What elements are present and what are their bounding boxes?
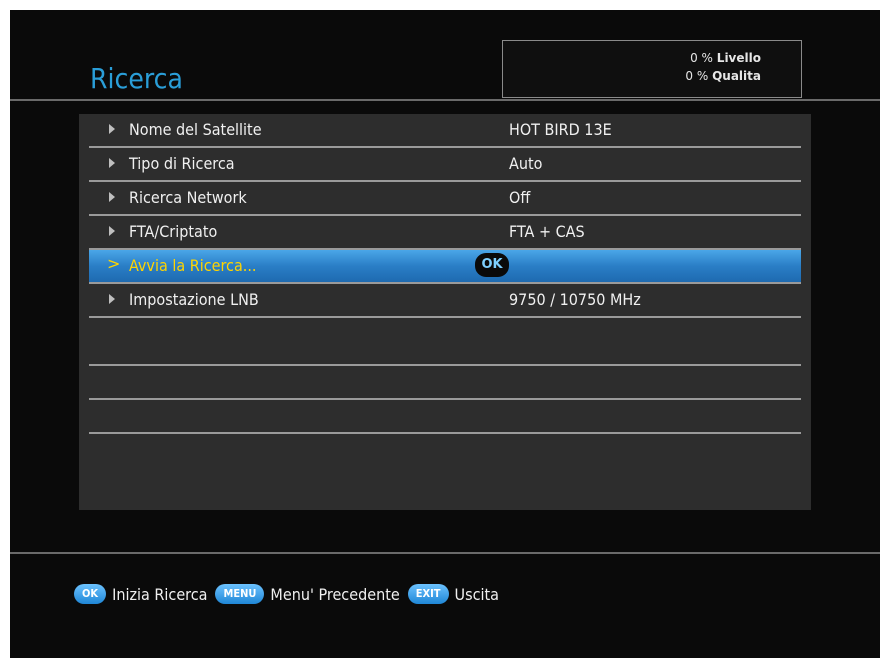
arrow-right-icon — [109, 192, 115, 202]
menu-item-value: Auto — [509, 154, 543, 173]
signal-quality: 0 % Qualita — [503, 69, 761, 83]
ok-hint-label: Inizia Ricerca — [112, 584, 208, 604]
footer-divider — [10, 552, 880, 554]
signal-level-value: 0 % — [690, 51, 713, 65]
menu-item-label: Impostazione LNB — [129, 290, 259, 309]
menu-item-label: Ricerca Network — [129, 188, 247, 207]
header-divider — [10, 99, 880, 101]
empty-row-divider — [89, 398, 801, 400]
chevron-right-icon: > — [107, 254, 121, 273]
signal-status-box: 0 % Livello 0 % Qualita — [502, 40, 802, 98]
arrow-right-icon — [109, 158, 115, 168]
menu-item-value: FTA + CAS — [509, 222, 585, 241]
menu-item-network-search[interactable]: Ricerca Network Off — [89, 182, 801, 216]
menu-item-satellite-name[interactable]: Nome del Satellite HOT BIRD 13E — [89, 114, 801, 148]
footer-hints: OK Inizia Ricerca MENU Menu' Precedente … — [74, 580, 507, 608]
menu-item-search-type[interactable]: Tipo di Ricerca Auto — [89, 148, 801, 182]
menu-item-value: Off — [509, 188, 531, 207]
exit-key-badge: EXIT — [407, 584, 449, 604]
menu-item-value: 9750 / 10750 MHz — [509, 290, 641, 309]
exit-hint-label: Uscita — [454, 584, 499, 604]
menu-item-label: Nome del Satellite — [129, 120, 262, 139]
menu-item-label: FTA/Criptato — [129, 222, 218, 241]
menu-item-fta-encrypted[interactable]: FTA/Criptato FTA + CAS — [89, 216, 801, 250]
signal-quality-label: Qualita — [712, 69, 761, 83]
tv-screen: Ricerca 0 % Livello 0 % Qualita Nome del… — [10, 10, 880, 658]
menu-item-label: Avvia la Ricerca... — [129, 256, 257, 275]
signal-quality-value: 0 % — [685, 69, 709, 83]
arrow-right-icon — [109, 226, 115, 236]
menu-item-value: HOT BIRD 13E — [509, 120, 612, 139]
menu-panel: Nome del Satellite HOT BIRD 13E Tipo di … — [79, 114, 811, 510]
arrow-right-icon — [109, 124, 115, 134]
empty-row-divider — [89, 364, 801, 366]
menu-item-start-search[interactable]: > Avvia la Ricerca... OK — [89, 250, 801, 284]
menu-hint-label: Menu' Precedente — [270, 584, 400, 604]
ok-key-badge: OK — [74, 584, 107, 604]
signal-level: 0 % Livello — [503, 51, 761, 65]
empty-row-divider — [89, 432, 801, 434]
menu-key-badge: MENU — [215, 584, 265, 604]
menu-item-lnb-settings[interactable]: Impostazione LNB 9750 / 10750 MHz — [89, 284, 801, 318]
page-title: Ricerca — [90, 62, 183, 95]
menu-item-label: Tipo di Ricerca — [129, 154, 235, 173]
signal-level-label: Livello — [716, 51, 761, 65]
arrow-right-icon — [109, 294, 115, 304]
ok-button-icon: OK — [475, 253, 509, 277]
